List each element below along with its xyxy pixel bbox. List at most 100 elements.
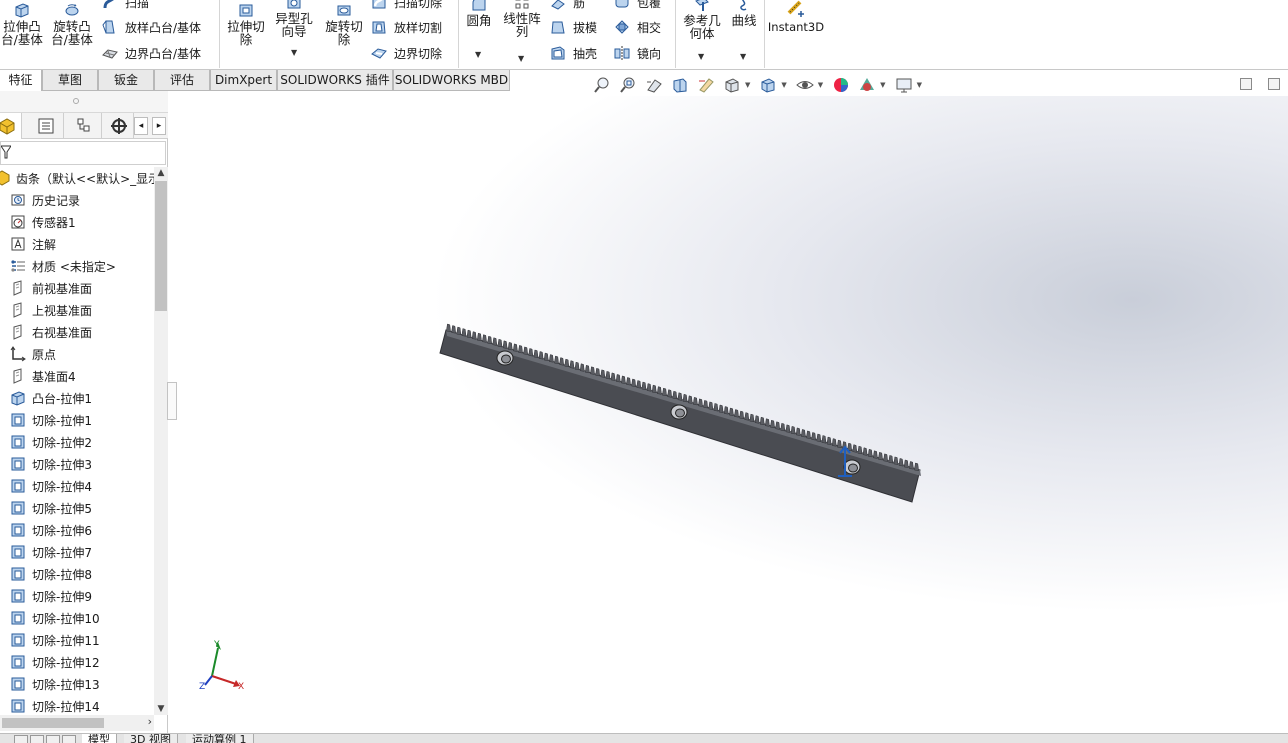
display-style-caret-icon[interactable]: ▼: [781, 81, 786, 89]
section-view-icon[interactable]: [670, 75, 690, 95]
reference-geometry-dropdown-icon[interactable]: ▼: [698, 50, 704, 63]
panel-collapse-handle[interactable]: [167, 382, 177, 420]
tree-item-6[interactable]: 上视基准面: [10, 299, 154, 321]
scroll-down-icon[interactable]: ▼: [154, 703, 168, 715]
mirror-button[interactable]: 镜向: [614, 45, 661, 61]
extruded-cut-button[interactable]: 拉伸切 除: [224, 2, 268, 46]
tree-item-20[interactable]: 切除-拉伸10: [10, 607, 154, 629]
tree-item-14[interactable]: 切除-拉伸4: [10, 475, 154, 497]
tab-configuration-manager[interactable]: [66, 113, 102, 139]
view-orientation-caret-icon[interactable]: ▼: [745, 81, 750, 89]
tree-item-3[interactable]: 注解: [10, 233, 154, 255]
apply-scene-caret-icon[interactable]: ▼: [880, 81, 885, 89]
restore-viewport-button[interactable]: [1240, 78, 1252, 90]
sweep-button[interactable]: 扫描: [102, 0, 149, 10]
hole-wizard-dropdown-icon[interactable]: ▼: [291, 46, 297, 59]
last-tab-icon[interactable]: [62, 735, 76, 743]
instant3d-button[interactable]: Instant3D: [767, 0, 825, 34]
zoom-to-area-icon[interactable]: [618, 75, 638, 95]
tree-item-9[interactable]: 基准面4: [10, 365, 154, 387]
reference-geometry-button[interactable]: 参考几 何体 ▼: [679, 0, 725, 61]
tab-dimxpert-manager[interactable]: [104, 113, 134, 139]
zoom-to-fit-icon[interactable]: [592, 75, 612, 95]
tree-root-part[interactable]: 齿条（默认<<默认>_显示: [0, 167, 154, 189]
scroll-up-icon[interactable]: ▲: [154, 167, 168, 179]
tree-item-18[interactable]: 切除-拉伸8: [10, 563, 154, 585]
view-settings-caret-icon[interactable]: ▼: [917, 81, 922, 89]
draft-button[interactable]: 拔模: [550, 19, 597, 35]
fillet-dropdown-icon[interactable]: ▼: [475, 48, 481, 61]
linear-pattern-button[interactable]: 线性阵 列 ▼: [500, 0, 544, 63]
hide-show-caret-icon[interactable]: ▼: [818, 81, 823, 89]
curves-dropdown-icon[interactable]: ▼: [740, 50, 746, 63]
tab-motion-study-1[interactable]: 运动算例 1: [186, 734, 254, 743]
horizontal-scroll-thumb[interactable]: [2, 718, 104, 728]
tab-model[interactable]: 模型: [82, 734, 117, 743]
first-tab-icon[interactable]: [14, 735, 28, 743]
next-tab-icon[interactable]: [46, 735, 60, 743]
tree-item-8[interactable]: 原点: [10, 343, 154, 365]
swept-cut-button[interactable]: 扫描切除: [371, 0, 442, 10]
rib-button[interactable]: 筋: [550, 0, 585, 10]
part-model[interactable]: Y X Z: [177, 96, 1288, 733]
view-orientation-icon[interactable]: [722, 75, 742, 95]
tab-solidworks-mbd[interactable]: SOLIDWORKS MBD: [393, 70, 510, 91]
prev-tab-icon[interactable]: [30, 735, 44, 743]
tree-item-19[interactable]: 切除-拉伸9: [10, 585, 154, 607]
tree-item-17[interactable]: 切除-拉伸7: [10, 541, 154, 563]
tree-item-7[interactable]: 右视基准面: [10, 321, 154, 343]
tree-item-12[interactable]: 切除-拉伸2: [10, 431, 154, 453]
scroll-right-icon[interactable]: ›: [148, 715, 152, 728]
wrap-button[interactable]: 包覆: [614, 0, 661, 10]
graphics-area[interactable]: Y X Z: [177, 96, 1288, 733]
tree-item-24[interactable]: 切除-拉伸14: [10, 695, 154, 715]
tree-item-5[interactable]: 前视基准面: [10, 277, 154, 299]
tree-item-22[interactable]: 切除-拉伸12: [10, 651, 154, 673]
tree-item-23[interactable]: 切除-拉伸13: [10, 673, 154, 695]
tab-dimxpert[interactable]: DimXpert: [210, 70, 277, 91]
intersect-button[interactable]: 相交: [614, 19, 661, 35]
tab-evaluate[interactable]: 评估: [154, 70, 210, 91]
tree-item-4[interactable]: 材质 <未指定>: [10, 255, 154, 277]
display-style-icon[interactable]: [758, 75, 778, 95]
tree-item-15[interactable]: 切除-拉伸5: [10, 497, 154, 519]
tab-3d-views[interactable]: 3D 视图: [124, 734, 178, 743]
tabs-scroll-left-icon[interactable]: ◂: [134, 117, 148, 135]
tree-item-21[interactable]: 切除-拉伸11: [10, 629, 154, 651]
vertical-scroll-thumb[interactable]: [155, 181, 167, 311]
tree-item-11[interactable]: 切除-拉伸1: [10, 409, 154, 431]
tab-solidworks-addins[interactable]: SOLIDWORKS 插件: [277, 70, 393, 91]
boss-extrude-button[interactable]: 拉伸凸 台/基体: [0, 2, 44, 46]
view-settings-icon[interactable]: [894, 75, 914, 95]
hide-show-items-icon[interactable]: [795, 75, 815, 95]
tab-sheet-metal[interactable]: 钣金: [98, 70, 154, 91]
tree-item-16[interactable]: 切除-拉伸6: [10, 519, 154, 541]
tree-item-1[interactable]: 历史记录: [10, 189, 154, 211]
tree-item-13[interactable]: 切除-拉伸3: [10, 453, 154, 475]
tab-property-manager[interactable]: [28, 113, 64, 139]
shell-button[interactable]: 抽壳: [550, 45, 597, 61]
tree-horizontal-scrollbar[interactable]: ›: [0, 715, 154, 731]
edit-appearance-icon[interactable]: [831, 75, 851, 95]
fillet-button[interactable]: 圆角 ▼: [462, 0, 496, 59]
tree-item-2[interactable]: 传感器1: [10, 211, 154, 233]
tab-sketch[interactable]: 草图: [42, 70, 98, 91]
apply-scene-icon[interactable]: [857, 75, 877, 95]
boundary-boss-button[interactable]: 边界凸台/基体: [102, 45, 201, 61]
hole-wizard-button[interactable]: 异型孔 向导 ▼: [272, 0, 316, 57]
panel-grip[interactable]: [0, 91, 168, 113]
tabs-scroll-right-icon[interactable]: ▸: [152, 117, 166, 135]
tab-feature-manager[interactable]: [0, 113, 22, 139]
gear-rack-model[interactable]: [439, 323, 921, 503]
feature-tree-filter[interactable]: [0, 141, 166, 165]
tree-vertical-scrollbar[interactable]: ▲ ▼: [154, 167, 168, 715]
tab-features[interactable]: 特征: [0, 70, 42, 91]
lofted-cut-button[interactable]: 放样切割: [371, 19, 442, 35]
dynamic-annotation-icon[interactable]: [696, 75, 716, 95]
previous-view-icon[interactable]: [644, 75, 664, 95]
loft-boss-button[interactable]: 放样凸台/基体: [102, 19, 201, 35]
boundary-cut-button[interactable]: 边界切除: [371, 45, 442, 61]
linear-pattern-dropdown-icon[interactable]: ▼: [518, 52, 524, 65]
tree-item-10[interactable]: 凸台-拉伸1: [10, 387, 154, 409]
curves-button[interactable]: 曲线 ▼: [729, 0, 759, 61]
